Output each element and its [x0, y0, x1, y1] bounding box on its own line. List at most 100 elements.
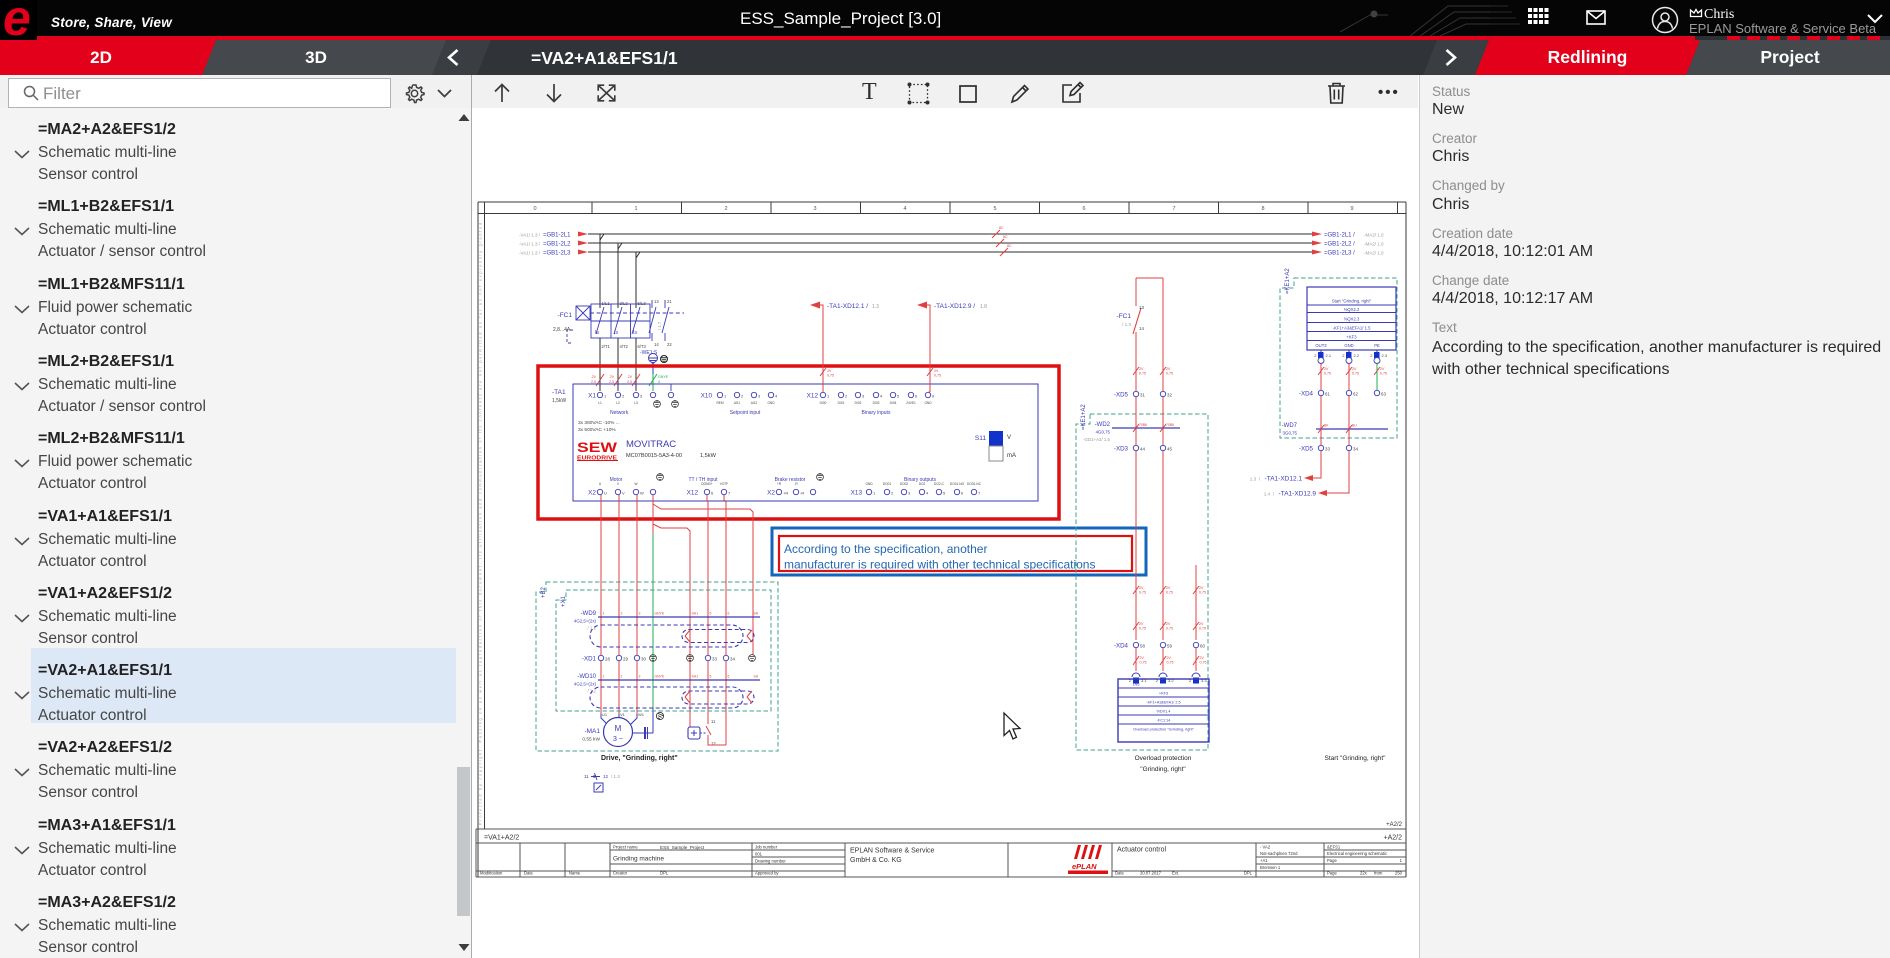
- svg-text:0,75: 0,75: [1166, 627, 1173, 631]
- svg-text:2,8...4A: 2,8...4A: [553, 327, 571, 333]
- svg-text:Drawing number: Drawing number: [755, 859, 786, 864]
- svg-text:45: 45: [1167, 447, 1172, 452]
- svg-text:-FC1: -FC1: [558, 312, 573, 319]
- svg-text:-TA1-XD12.1 /: -TA1-XD12.1 /: [827, 303, 868, 310]
- svg-text:Grinding machine: Grinding machine: [613, 856, 664, 863]
- svg-text:-TA1: -TA1: [552, 389, 566, 396]
- svg-text:Name: Name: [569, 871, 581, 876]
- svg-text:-WD10: -WD10: [577, 674, 596, 680]
- svg-text:2.2: 2.2: [1354, 353, 1360, 358]
- svg-text:2V: 2V: [1139, 367, 1144, 371]
- svg-text:4G2,5=(2x): 4G2,5=(2x): [574, 619, 597, 624]
- svg-text:SH: SH: [754, 612, 759, 616]
- svg-text:11: 11: [584, 774, 589, 779]
- svg-text:70B8: 70B8: [1166, 423, 1174, 427]
- svg-text:PE: PE: [1374, 343, 1380, 348]
- svg-text:According to the specification: According to the specification, another: [784, 542, 987, 556]
- svg-text:DGND+: DGND+: [701, 482, 712, 486]
- svg-text:30: 30: [641, 657, 646, 662]
- svg-text:Start "Grinding, right": Start "Grinding, right": [1332, 299, 1372, 304]
- svg-text:ePLAN: ePLAN: [1072, 862, 1097, 871]
- svg-text:from: from: [1374, 871, 1383, 876]
- svg-text:2,5: 2,5: [609, 380, 614, 384]
- svg-text:-VA1/ 1.3 /: -VA1/ 1.3 /: [519, 251, 541, 256]
- svg-text:GND: GND: [767, 401, 775, 405]
- svg-text:70B8: 70B8: [1139, 423, 1147, 427]
- svg-text:X2: X2: [767, 490, 775, 497]
- svg-text:60: 60: [1200, 644, 1205, 649]
- svg-text:8C: 8C: [999, 226, 1004, 230]
- svg-text:SEW: SEW: [577, 440, 617, 455]
- svg-text:I≥: I≥: [633, 330, 637, 336]
- svg-text:0,75: 0,75: [827, 374, 834, 378]
- svg-text:+KF3: +KF3: [1159, 692, 1168, 696]
- svg-text:-GD1+A2/ 1.5: -GD1+A2/ 1.5: [1083, 437, 1111, 442]
- svg-text:L3: L3: [634, 401, 638, 405]
- svg-text:Not-sachplnen 72nd: Not-sachplnen 72nd: [1260, 851, 1298, 856]
- svg-text:X2: X2: [588, 490, 596, 497]
- svg-text:2,5: 2,5: [591, 380, 596, 384]
- svg-text:6: 6: [1082, 206, 1085, 212]
- svg-text:M: M: [615, 724, 622, 733]
- svg-text:SH1: SH1: [692, 675, 699, 679]
- svg-text:+R: +R: [777, 482, 782, 486]
- svg-text:-XD5: -XD5: [1299, 446, 1314, 453]
- svg-text:-WD2: -WD2: [1095, 422, 1111, 428]
- svg-text:Job number: Job number: [755, 845, 778, 850]
- svg-text:28: 28: [605, 657, 610, 662]
- svg-text:0: 0: [533, 206, 536, 212]
- svg-text:DO01: DO01: [883, 482, 892, 486]
- svg-text:6: 6: [728, 675, 730, 679]
- svg-text:Actuator control: Actuator control: [1117, 847, 1166, 854]
- svg-text:6: 6: [728, 612, 730, 616]
- svg-text:22: 22: [667, 342, 672, 347]
- svg-text:4G0,75: 4G0,75: [1096, 430, 1111, 435]
- svg-text:Network: Network: [610, 410, 629, 416]
- svg-text:Electrical engineering schemat: Electrical engineering schematic: [1327, 851, 1387, 856]
- svg-text:V: V: [1007, 435, 1011, 441]
- svg-text:VOTF: VOTF: [720, 482, 729, 486]
- svg-text:DO2-C: DO2-C: [934, 482, 945, 486]
- svg-text:2V: 2V: [1200, 656, 1205, 660]
- svg-text:34: 34: [1353, 447, 1358, 452]
- svg-text:SH: SH: [754, 675, 759, 679]
- svg-text:OUT3: OUT3: [1315, 343, 1327, 348]
- svg-text:U1: U1: [602, 712, 608, 717]
- svg-text:5/L3: 5/L3: [638, 301, 647, 306]
- svg-text:+R: +R: [783, 491, 788, 496]
- svg-text:24VE1: 24VE1: [906, 401, 916, 405]
- svg-text:&EFS1: &EFS1: [1327, 845, 1341, 850]
- svg-text:-XD4: -XD4: [1299, 391, 1314, 398]
- svg-text:59: 59: [1167, 644, 1172, 649]
- svg-text:9: 9: [1350, 206, 1353, 212]
- svg-text:DPL: DPL: [660, 871, 669, 876]
- svg-text:-WD7: -WD7: [1282, 423, 1298, 429]
- svg-text:/ 1.7: / 1.7: [657, 321, 662, 330]
- svg-text:4G2,5=(2x): 4G2,5=(2x): [574, 682, 597, 687]
- svg-text:4/T2: 4/T2: [620, 344, 629, 349]
- svg-text:+X1: +X1: [561, 595, 567, 607]
- svg-text:MC07B0015-5A3-4-00: MC07B0015-5A3-4-00: [626, 453, 682, 459]
- svg-text:1,5kW: 1,5kW: [552, 398, 566, 404]
- svg-text:1,5kW: 1,5kW: [700, 453, 717, 459]
- svg-text:2V: 2V: [1166, 367, 1171, 371]
- svg-text:AI12: AI12: [751, 401, 758, 405]
- svg-text:%QX2.3: %QX2.3: [1344, 317, 1360, 322]
- svg-text:1.3: 1.3: [872, 304, 879, 310]
- svg-text:29: 29: [623, 657, 628, 662]
- svg-text:I≥: I≥: [614, 330, 618, 336]
- svg-text:GNYE: GNYE: [658, 375, 669, 379]
- svg-text:-KF1+A3&EFA1/ 2.5: -KF1+A3&EFA1/ 2.5: [1146, 701, 1180, 705]
- svg-text:2V: 2V: [1199, 622, 1204, 626]
- svg-text:%QX2.2: %QX2.2: [1344, 307, 1360, 312]
- svg-text:0,75: 0,75: [1139, 591, 1146, 595]
- svg-text:- VA2: - VA2: [1260, 845, 1271, 850]
- svg-text:8C: 8C: [1007, 244, 1012, 248]
- svg-text:5: 5: [993, 206, 996, 212]
- svg-text:3/L2: 3/L2: [620, 301, 629, 306]
- svg-text:+KF3: +KF3: [1346, 335, 1357, 340]
- svg-text:21: 21: [667, 299, 672, 304]
- svg-text:0,75: 0,75: [1380, 372, 1387, 376]
- svg-text:2: 2: [621, 675, 623, 679]
- svg-text:manufacturer is required with: manufacturer is required with other tech…: [784, 558, 1095, 572]
